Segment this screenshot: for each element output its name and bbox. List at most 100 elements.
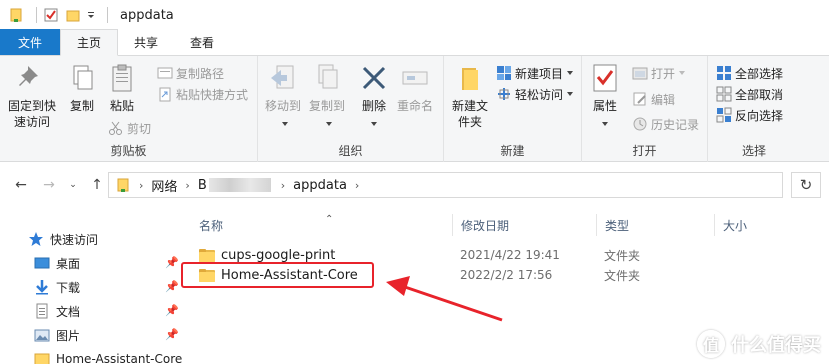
clipboard-group-label: 剪贴板 xyxy=(110,144,147,158)
rename-button[interactable]: 重命名 xyxy=(394,62,436,114)
properties-dropdown-icon[interactable] xyxy=(588,114,622,130)
quick-access-toolbar xyxy=(0,0,114,30)
copy-label: 复制 xyxy=(69,99,94,113)
copy-path-icon xyxy=(157,65,173,81)
download-icon xyxy=(34,279,50,295)
move-to-icon xyxy=(267,62,299,94)
column-header-size[interactable]: 大小 xyxy=(715,214,829,236)
forward-arrow-icon[interactable]: → xyxy=(38,174,60,196)
easy-access-icon xyxy=(496,86,512,102)
new-folder-icon xyxy=(454,62,486,94)
nav-pictures[interactable]: 图片 📌 xyxy=(0,324,183,346)
breadcrumb-host[interactable]: B xyxy=(198,178,207,193)
paste-button[interactable]: 粘贴 xyxy=(104,62,140,114)
breadcrumb-separator-icon[interactable]: › xyxy=(139,179,143,192)
copy-path-label: 复制路径 xyxy=(176,66,225,81)
paste-shortcut-button[interactable]: 粘贴快捷方式 xyxy=(157,85,248,103)
new-folder-icon[interactable] xyxy=(65,7,81,23)
pin-icon[interactable]: 📌 xyxy=(165,304,179,318)
history-icon xyxy=(632,116,648,132)
pin-quick-access-label: 固定到快速访问 xyxy=(7,99,56,129)
ribbon: 固定到快速访问 复制 粘贴 复制路径 粘贴快捷方式 剪切 剪贴板 移动到 复制到… xyxy=(0,56,829,162)
nav-downloads[interactable]: 下载 📌 xyxy=(0,276,183,298)
pin-icon[interactable]: 📌 xyxy=(165,280,179,294)
select-none-button[interactable]: 全部取消 xyxy=(716,85,783,103)
pin-icon[interactable]: 📌 xyxy=(165,256,179,270)
delete-button[interactable]: 删除 xyxy=(358,62,390,130)
delete-x-icon xyxy=(358,62,390,94)
nav-desktop-label: 桌面 xyxy=(56,256,81,271)
nav-pictures-label: 图片 xyxy=(56,328,81,343)
column-header-name[interactable]: 名称 ⌃ xyxy=(191,214,453,236)
tab-file[interactable]: 文件 xyxy=(0,29,61,55)
annotation-highlight-box xyxy=(181,262,374,288)
breadcrumb-network[interactable]: 网络 xyxy=(151,176,177,195)
copy-to-button[interactable]: 复制到 xyxy=(306,62,348,130)
tab-share[interactable]: 共享 xyxy=(118,29,174,55)
tab-view[interactable]: 查看 xyxy=(174,29,230,55)
dropdown-icon xyxy=(679,71,686,75)
nav-quick-access[interactable]: 快速访问 xyxy=(0,228,183,250)
open-button[interactable]: 打开 xyxy=(632,64,686,82)
breadcrumb-separator-icon[interactable]: › xyxy=(185,179,189,192)
pin-quick-access-button[interactable]: 固定到快速访问 xyxy=(4,62,60,130)
ribbon-tabs: 文件 主页 共享 查看 xyxy=(0,29,829,56)
new-folder-label: 新建文件夹 xyxy=(451,99,488,129)
select-all-icon xyxy=(716,65,732,81)
new-item-icon xyxy=(496,65,512,81)
dropdown-icon xyxy=(567,71,574,75)
address-folder-icon xyxy=(115,177,131,193)
open-icon xyxy=(632,65,648,81)
dropdown-icon xyxy=(326,122,332,126)
file-modified: 2021/4/22 19:41 xyxy=(460,248,560,262)
invert-selection-icon xyxy=(716,107,732,123)
star-icon xyxy=(28,231,44,247)
properties-button[interactable]: 属性 xyxy=(588,62,622,130)
nav-documents[interactable]: 文档 📌 xyxy=(0,300,183,322)
nav-quick-access-label: 快速访问 xyxy=(50,232,99,247)
nav-desktop[interactable]: 桌面 📌 xyxy=(0,252,183,274)
paste-shortcut-icon xyxy=(157,86,173,102)
customize-dropdown-icon[interactable] xyxy=(87,7,95,23)
back-arrow-icon[interactable]: ← xyxy=(10,174,32,196)
edit-button[interactable]: 编辑 xyxy=(632,90,675,108)
select-none-icon xyxy=(716,86,732,102)
new-folder-button[interactable]: 新建文件夹 xyxy=(448,62,492,130)
copy-button[interactable]: 复制 xyxy=(64,62,100,114)
breadcrumb-separator-icon[interactable]: › xyxy=(355,179,359,192)
up-arrow-icon[interactable]: ↑ xyxy=(86,174,108,196)
file-type: 文件夹 xyxy=(604,248,641,263)
properties-label: 属性 xyxy=(592,99,617,113)
desktop-icon xyxy=(34,255,50,271)
refresh-icon[interactable]: ↻ xyxy=(791,172,821,198)
easy-access-button[interactable]: 轻松访问 xyxy=(496,85,574,103)
tab-home[interactable]: 主页 xyxy=(60,29,119,56)
column-name-label: 名称 xyxy=(199,218,224,233)
breadcrumb-appdata[interactable]: appdata xyxy=(293,178,347,193)
explorer-pin-icon[interactable] xyxy=(8,7,24,23)
organize-group: 移动到 复制到 删除 重命名 组织 xyxy=(258,56,444,162)
move-to-button[interactable]: 移动到 xyxy=(262,62,304,130)
pin-icon xyxy=(16,62,48,94)
recent-locations-chevron-icon[interactable]: ⌄ xyxy=(62,174,84,196)
invert-selection-button[interactable]: 反向选择 xyxy=(716,106,783,124)
delete-dropdown-icon[interactable] xyxy=(358,114,390,130)
breadcrumb-separator-icon[interactable]: › xyxy=(281,179,285,192)
new-group-label: 新建 xyxy=(500,144,525,158)
pin-icon[interactable]: 📌 xyxy=(165,328,179,342)
copy-path-button[interactable]: 复制路径 xyxy=(157,64,224,82)
open-group: 属性 打开 编辑 历史记录 打开 xyxy=(582,56,708,162)
edit-icon xyxy=(632,91,648,107)
new-item-button[interactable]: 新建项目 xyxy=(496,64,574,82)
column-header-type[interactable]: 类型 xyxy=(597,214,715,236)
column-header-modified[interactable]: 修改日期 xyxy=(453,214,597,236)
watermark: 值 什么值得买 xyxy=(697,330,821,358)
select-group: 全部选择 全部取消 反向选择 选择 xyxy=(708,56,800,162)
nav-home-assistant-core[interactable]: Home-Assistant-Core xyxy=(0,348,183,364)
file-type: 文件夹 xyxy=(604,268,641,283)
cut-button[interactable]: 剪切 xyxy=(108,119,151,137)
select-all-button[interactable]: 全部选择 xyxy=(716,64,783,82)
address-bar[interactable]: › 网络 › B › appdata › xyxy=(108,172,783,198)
properties-check-icon[interactable] xyxy=(43,7,59,23)
history-button[interactable]: 历史记录 xyxy=(632,115,699,133)
